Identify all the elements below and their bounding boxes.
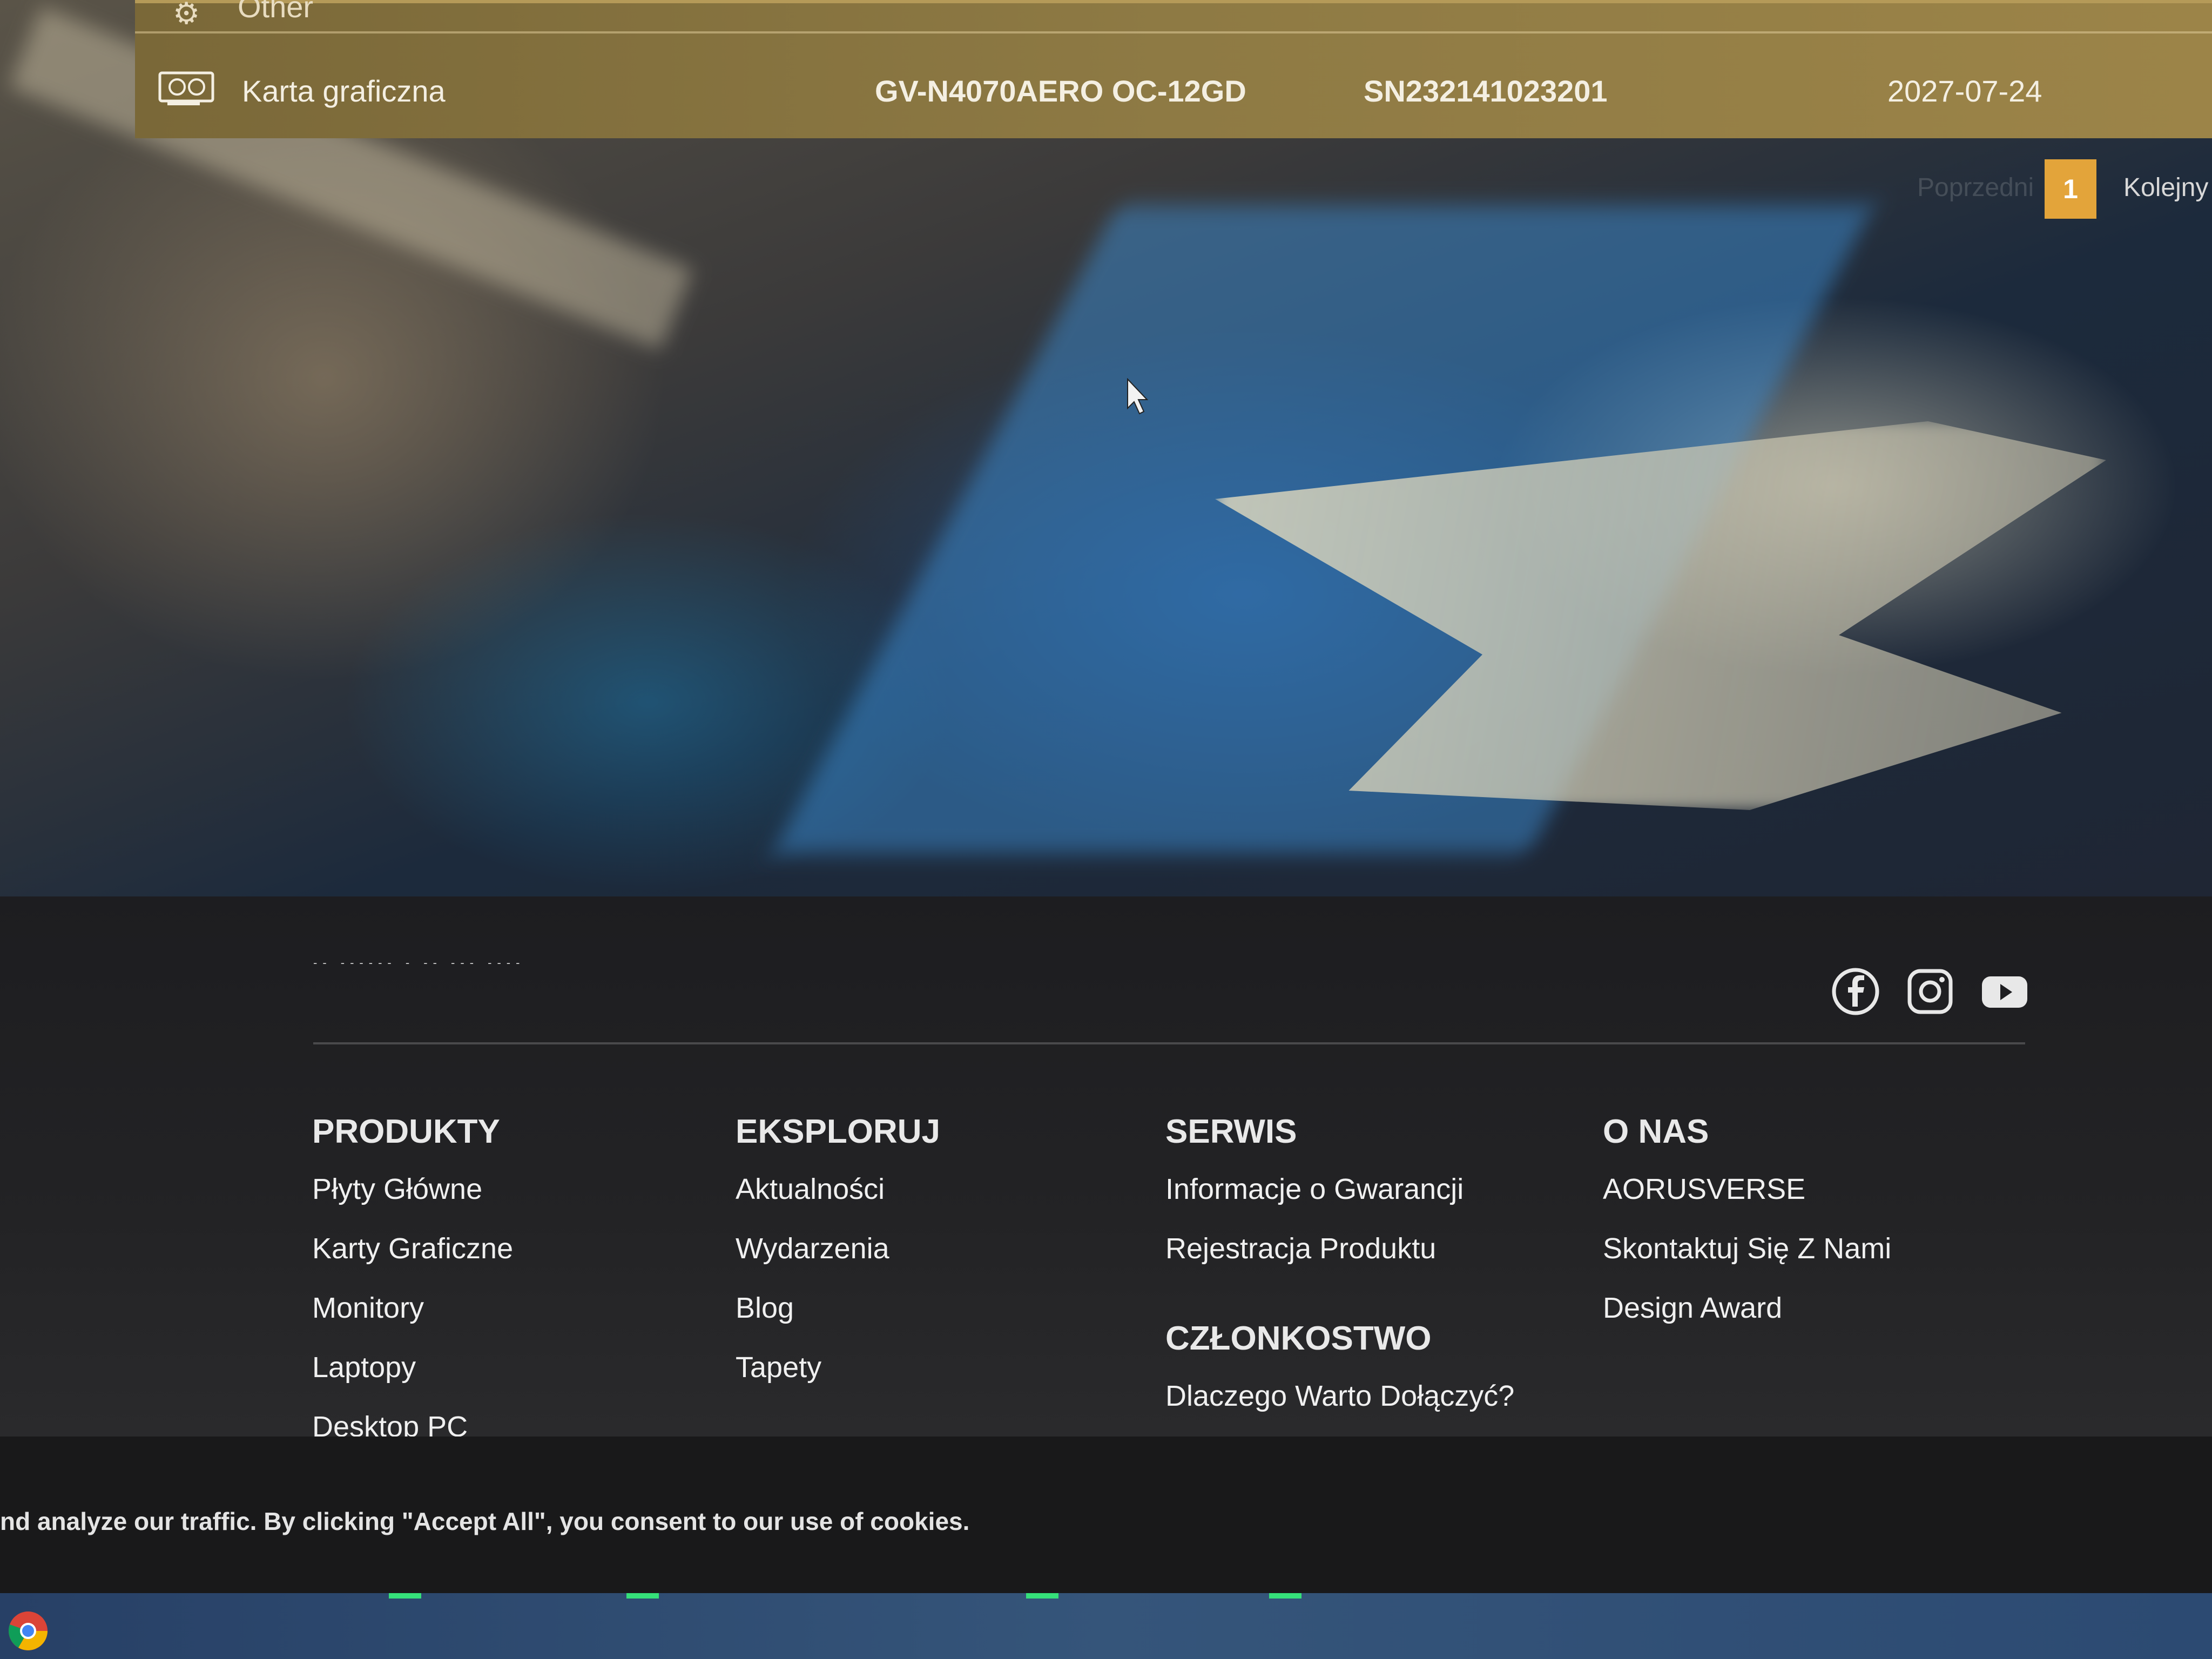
footer-link-why-join[interactable]: Dlaczego Warto Dołączyć?	[1165, 1379, 1514, 1413]
row-category: Karta graficzna	[242, 74, 446, 108]
cookie-banner: nd analyze our traffic. By clicking "Acc…	[0, 1437, 2212, 1593]
footer-heading-membership: CZŁONKOSTWO	[1165, 1320, 1432, 1357]
taskbar-active-indicator	[1026, 1593, 1058, 1599]
footer-column-about: O NAS AORUSVERSE Skontaktuj Się Z Nami D…	[1603, 1112, 1891, 1351]
footer-column-explore: EKSPLORUJ Aktualności Wydarzenia Blog Ta…	[736, 1112, 940, 1410]
facebook-icon[interactable]	[1831, 967, 1880, 1016]
footer-link-laptops[interactable]: Laptopy	[312, 1351, 513, 1384]
footer-link-blog[interactable]: Blog	[736, 1291, 940, 1325]
chrome-browser-icon[interactable]	[6, 1609, 50, 1653]
footer-link-design-award[interactable]: Design Award	[1603, 1291, 1891, 1325]
row-serial-number: SN232141023201	[1364, 74, 1608, 108]
previous-row-category: Other	[238, 0, 314, 24]
footer-link-wallpapers[interactable]: Tapety	[736, 1351, 940, 1384]
graphics-card-icon	[158, 71, 214, 105]
footer-divider	[313, 1042, 2025, 1044]
warranty-product-row[interactable]: Karta graficzna GV-N4070AERO OC-12GD SN2…	[135, 0, 2212, 138]
footer-heading-products: PRODUKTY	[312, 1113, 500, 1150]
pagination-next[interactable]: Kolejny	[2123, 173, 2208, 203]
row-divider	[135, 31, 2212, 33]
footer-heading-about: O NAS	[1603, 1113, 1709, 1150]
pagination-prev[interactable]: Poprzedni	[1917, 173, 2034, 203]
os-taskbar	[0, 1593, 2212, 1659]
footer-link-news[interactable]: Aktualności	[736, 1172, 940, 1206]
footer-column-products: PRODUKTY Płyty Główne Karty Graficzne Mo…	[312, 1112, 513, 1469]
taskbar-active-indicator	[626, 1593, 659, 1599]
footer-link-aorusverse[interactable]: AORUSVERSE	[1603, 1172, 1891, 1206]
instagram-icon[interactable]	[1905, 967, 1955, 1016]
pagination-page-current[interactable]: 1	[2045, 159, 2096, 219]
mouse-cursor-icon	[1127, 378, 1148, 415]
gear-icon: ⚙	[173, 0, 200, 30]
footer-link-warranty-info[interactable]: Informacje o Gwarancji	[1165, 1172, 1514, 1206]
taskbar-active-indicator	[389, 1593, 421, 1599]
footer-link-events[interactable]: Wydarzenia	[736, 1232, 940, 1265]
footer-link-product-registration[interactable]: Rejestracja Produktu	[1165, 1232, 1514, 1265]
site-footer: -- ------ - -- --- ---- PRODUKTY Płyty G…	[0, 896, 2212, 1443]
row-warranty-date: 2027-07-24	[1887, 74, 2042, 108]
footer-heading-service: SERWIS	[1165, 1113, 1297, 1150]
row-model: GV-N4070AERO OC-12GD	[875, 74, 1246, 108]
footer-link-monitors[interactable]: Monitory	[312, 1291, 513, 1325]
footer-link-contact[interactable]: Skontaktuj Się Z Nami	[1603, 1232, 1891, 1265]
footer-heading-explore: EKSPLORUJ	[736, 1113, 940, 1150]
footer-tagline: -- ------ - -- --- ----	[313, 956, 525, 969]
cookie-consent-text: nd analyze our traffic. By clicking "Acc…	[0, 1507, 970, 1535]
footer-column-service: SERWIS Informacje o Gwarancji Rejestracj…	[1165, 1112, 1514, 1439]
youtube-icon[interactable]	[1980, 967, 2029, 1016]
footer-link-graphics-cards[interactable]: Karty Graficzne	[312, 1232, 513, 1265]
taskbar-active-indicator	[1269, 1593, 1301, 1599]
footer-link-motherboards[interactable]: Płyty Główne	[312, 1172, 513, 1206]
